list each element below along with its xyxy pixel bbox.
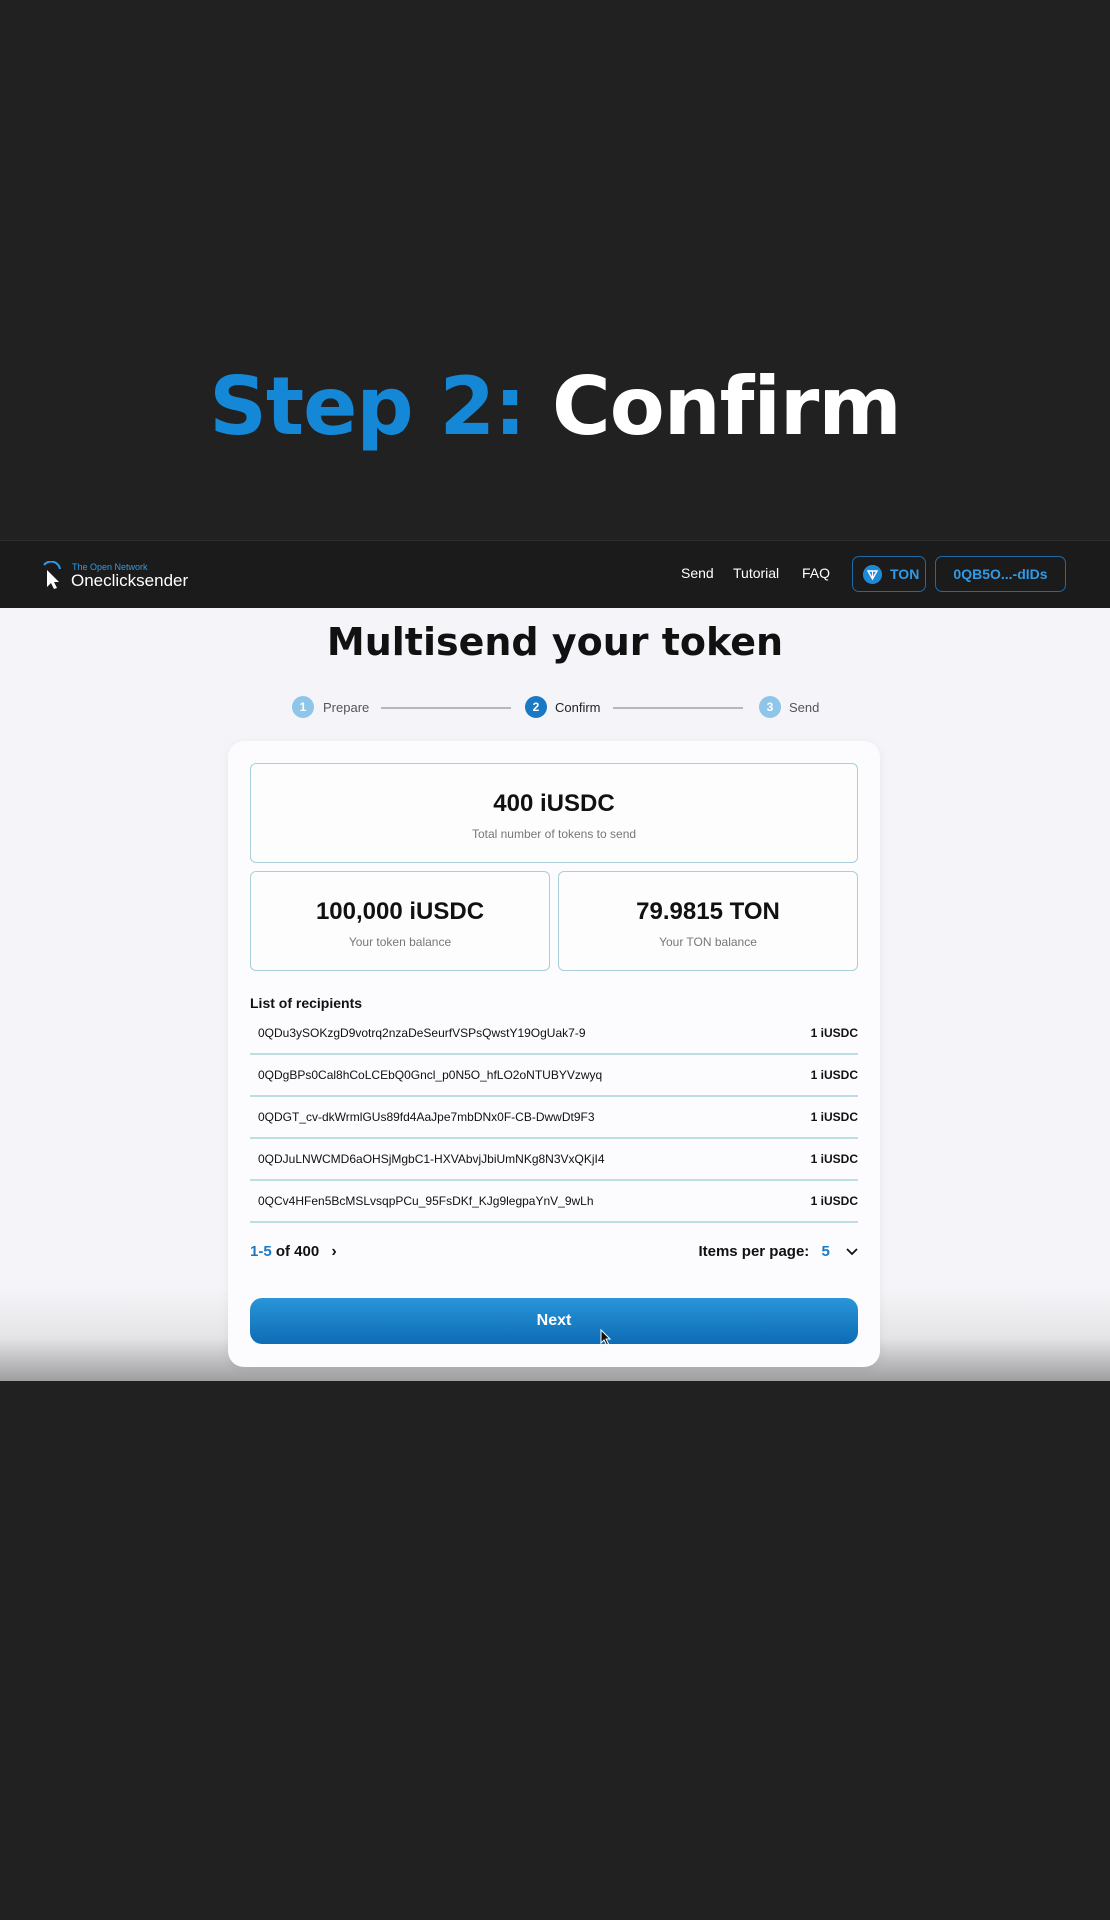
recipient-amount: 1 iUSDC bbox=[810, 1110, 858, 1124]
recipient-address: 0QDGT_cv-dkWrmlGUs89fd4AaJpe7mbDNx0F-CB-… bbox=[258, 1110, 595, 1124]
recipient-address: 0QDu3ySOKzgD9votrq2nzaDeSeurfVSPsQwstY19… bbox=[258, 1026, 586, 1040]
nav-faq[interactable]: FAQ bbox=[802, 565, 830, 581]
step-3-label: Send bbox=[789, 700, 820, 715]
recipients-list: 0QDu3ySOKzgD9votrq2nzaDeSeurfVSPsQwstY19… bbox=[250, 1013, 858, 1223]
wallet-button[interactable]: 0QB5O...-dIDs bbox=[935, 556, 1066, 592]
total-tokens-box: 400 iUSDC Total number of tokens to send bbox=[250, 763, 858, 863]
chevron-down-icon[interactable] bbox=[846, 1248, 858, 1256]
list-item: 0QDJuLNWCMD6aOHSjMgbC1-HXVAbvjJbiUmNKg8N… bbox=[250, 1139, 858, 1181]
page-title: Multisend your token bbox=[326, 620, 784, 664]
recipient-amount: 1 iUSDC bbox=[810, 1068, 858, 1082]
ton-icon bbox=[863, 565, 882, 584]
step-connector bbox=[381, 707, 511, 709]
list-item: 0QDu3ySOKzgD9votrq2nzaDeSeurfVSPsQwstY19… bbox=[250, 1013, 858, 1055]
logo[interactable]: The Open Network Oneclicksender bbox=[40, 561, 240, 591]
items-per-page-value[interactable]: 5 bbox=[821, 1243, 829, 1260]
cursor-logo-icon bbox=[43, 561, 61, 589]
network-button[interactable]: TON bbox=[852, 556, 926, 592]
ton-balance-box: 79.9815 TON Your TON balance bbox=[558, 871, 858, 971]
logo-name: Oneclicksender bbox=[71, 571, 189, 590]
token-balance-value: 100,000 iUSDC bbox=[315, 898, 485, 925]
page-total: of 400 bbox=[271, 1243, 320, 1260]
list-item: 0QCv4HFen5BcMSLvsqpPCu_95FsDKf_KJg9legpa… bbox=[250, 1181, 858, 1223]
ton-balance-value: 79.9815 TON bbox=[636, 898, 780, 925]
total-tokens-label: Total number of tokens to send bbox=[471, 827, 637, 841]
nav-send[interactable]: Send bbox=[681, 565, 714, 581]
next-button[interactable]: Next bbox=[250, 1298, 858, 1344]
stepper: 1 Prepare 2 Confirm 3 Send bbox=[0, 696, 1110, 720]
token-balance-box: 100,000 iUSDC Your token balance bbox=[250, 871, 550, 971]
recipient-address: 0QDJuLNWCMD6aOHSjMgbC1-HXVAbvjJbiUmNKg8N… bbox=[258, 1152, 605, 1166]
recipient-address: 0QCv4HFen5BcMSLvsqpPCu_95FsDKf_KJg9legpa… bbox=[258, 1194, 594, 1208]
items-per-page-label: Items per page: bbox=[698, 1243, 810, 1260]
recipients-title: List of recipients bbox=[250, 995, 363, 1011]
chevron-right-icon[interactable]: › bbox=[331, 1243, 336, 1260]
pagination: 1-5 of 400 › bbox=[250, 1243, 337, 1261]
step-title: Confirm bbox=[552, 360, 902, 453]
step-2-label: Confirm bbox=[555, 700, 601, 715]
ton-balance-label: Your TON balance bbox=[659, 935, 757, 949]
network-label: TON bbox=[890, 566, 920, 582]
page-range: 1-5 bbox=[250, 1243, 272, 1260]
list-item: 0QDgBPs0Cal8hCoLCEbQ0Gncl_p0N5O_hfLO2oNT… bbox=[250, 1055, 858, 1097]
confirm-card: 400 iUSDC Total number of tokens to send… bbox=[228, 741, 880, 1367]
nav-tutorial[interactable]: Tutorial bbox=[733, 565, 779, 581]
step-1-circle: 1 bbox=[292, 696, 314, 718]
list-item: 0QDGT_cv-dkWrmlGUs89fd4AaJpe7mbDNx0F-CB-… bbox=[250, 1097, 858, 1139]
token-balance-label: Your token balance bbox=[348, 935, 452, 949]
step-2-circle: 2 bbox=[525, 696, 547, 718]
step-headline: Step 2: Confirm bbox=[0, 360, 1110, 453]
total-tokens-value: 400 iUSDC bbox=[493, 790, 615, 817]
navbar: The Open Network Oneclicksender Send Tut… bbox=[0, 540, 1110, 609]
step-connector bbox=[613, 707, 743, 709]
recipient-amount: 1 iUSDC bbox=[810, 1152, 858, 1166]
step-1-label: Prepare bbox=[323, 700, 370, 715]
recipient-address: 0QDgBPs0Cal8hCoLCEbQ0Gncl_p0N5O_hfLO2oNT… bbox=[258, 1068, 603, 1082]
step-3-circle: 3 bbox=[759, 696, 781, 718]
recipient-amount: 1 iUSDC bbox=[810, 1026, 858, 1040]
mouse-cursor-icon bbox=[600, 1329, 612, 1346]
recipient-amount: 1 iUSDC bbox=[810, 1194, 858, 1208]
main-content: Multisend your token 1 Prepare 2 Confirm… bbox=[0, 608, 1110, 1381]
step-prefix: Step 2: bbox=[209, 360, 526, 453]
items-per-page[interactable]: Items per page: 5 bbox=[698, 1243, 858, 1260]
